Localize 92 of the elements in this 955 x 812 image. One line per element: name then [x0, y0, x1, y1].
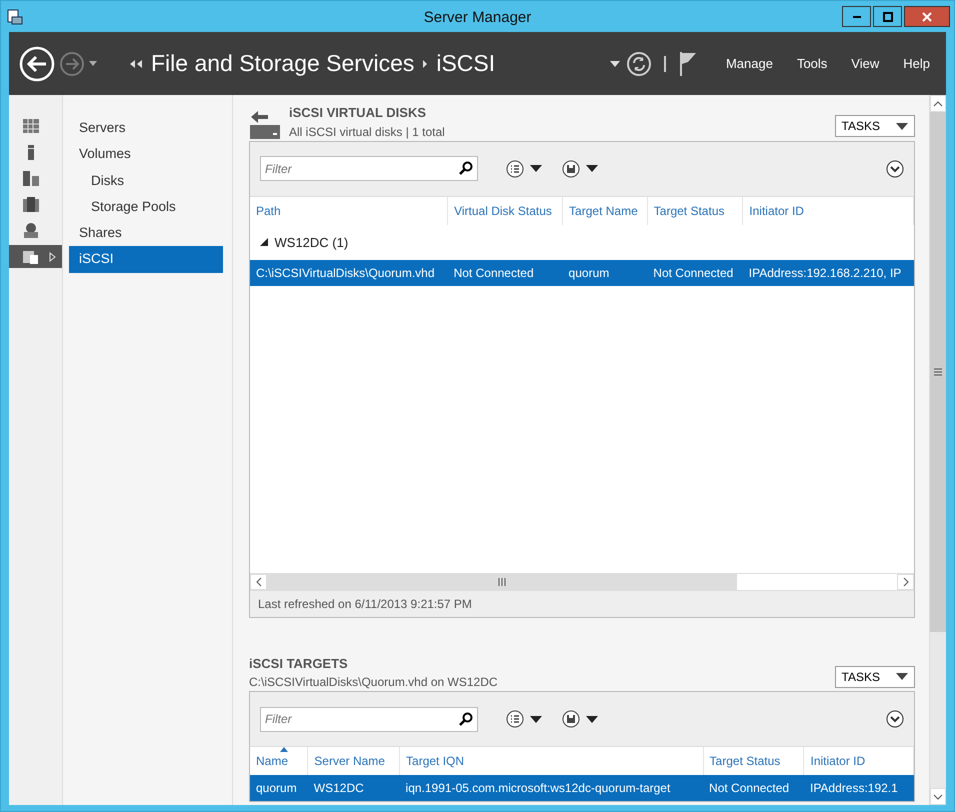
- minimize-button[interactable]: [842, 6, 871, 27]
- caret-icon: [586, 165, 598, 172]
- query-options-button[interactable]: [506, 160, 542, 178]
- table-cell: quorum: [562, 260, 648, 286]
- filter-field[interactable]: Filter: [260, 156, 478, 181]
- table-cell: Not Connected: [703, 775, 804, 801]
- table-cell: IPAddress:192.168.2.210, IP: [742, 260, 914, 286]
- refresh-button[interactable]: [626, 50, 652, 76]
- nav-item[interactable]: Servers: [69, 115, 223, 142]
- app-icon: [7, 8, 23, 24]
- section-title: iSCSI VIRTUAL DISKS: [289, 104, 428, 122]
- column-header[interactable]: Initiator ID: [742, 196, 914, 224]
- list-icon: [506, 160, 524, 178]
- expand-button[interactable]: [886, 710, 904, 728]
- server-group-icon: [23, 197, 39, 212]
- breadcrumb-link[interactable]: File and Storage Services: [151, 46, 414, 81]
- table-row[interactable]: C:\iSCSIVirtualDisks\Quorum.vhd Not Connected quorum Not Connected IPAddress:192.168.2.210, IP: [250, 260, 914, 286]
- menu-item[interactable]: Help: [891, 54, 942, 74]
- save-icon: [562, 160, 580, 178]
- role-server-icon: [23, 223, 39, 238]
- table-cell: Not Connected: [647, 260, 743, 286]
- table-row[interactable]: quorum WS12DC iqn.1991-05.com.microsoft:ws12dc-quorum-target Not Connected IPAddress:192.1: [250, 775, 914, 801]
- maximize-icon: [882, 12, 892, 22]
- caret-icon: [896, 673, 908, 680]
- list-icon: [506, 710, 524, 728]
- caret-icon: [896, 122, 908, 130]
- table-cell: WS12DC: [308, 775, 400, 801]
- table-cell: quorum: [250, 775, 308, 801]
- servers-icon: [23, 171, 39, 186]
- nav-item[interactable]: Volumes: [69, 141, 223, 168]
- expanded-triangle-icon: [260, 238, 268, 246]
- minimize-icon: [852, 16, 860, 18]
- file-storage-icon: [23, 249, 39, 264]
- menu-item[interactable]: Tools: [784, 54, 840, 74]
- caret-icon: [586, 716, 598, 722]
- table-cell: Not Connected: [448, 260, 563, 286]
- expand-button[interactable]: [886, 160, 904, 178]
- column-header[interactable]: Virtual Disk Status: [448, 196, 563, 224]
- caret-icon: [530, 165, 542, 172]
- last-refreshed-text: Last refreshed on 6/11/2013 9:21:57 PM: [250, 590, 914, 616]
- grip-icon: [498, 578, 506, 586]
- expand-caret-icon: [49, 252, 56, 262]
- column-header[interactable]: Target Status: [647, 196, 743, 224]
- search-icon: [459, 712, 473, 726]
- notifications-flag-button[interactable]: [678, 50, 698, 76]
- query-options-button[interactable]: [506, 710, 542, 728]
- save-query-button[interactable]: [562, 160, 598, 178]
- double-left-caret-icon: [129, 58, 143, 68]
- maximize-button[interactable]: [873, 6, 902, 27]
- save-query-button[interactable]: [562, 710, 598, 728]
- table-cell: iqn.1991-05.com.microsoft:ws12dc-quorum-target: [400, 775, 704, 801]
- filter-field[interactable]: Filter: [260, 706, 478, 732]
- history-dropdown[interactable]: [610, 60, 620, 66]
- back-button[interactable]: [19, 46, 55, 82]
- save-icon: [562, 710, 580, 728]
- table-cell: C:\iSCSIVirtualDisks\Quorum.vhd: [250, 260, 448, 286]
- close-icon: [922, 12, 932, 22]
- separator-icon: [664, 56, 666, 72]
- nav-item[interactable]: Shares: [69, 220, 223, 246]
- forward-arrow-icon: [59, 50, 99, 76]
- refresh-icon: [626, 50, 652, 76]
- tasks-dropdown[interactable]: TASKS: [834, 666, 915, 688]
- vertical-scrollbar[interactable]: [929, 95, 946, 805]
- breadcrumb-link[interactable]: iSCSI: [436, 46, 496, 81]
- menu-item[interactable]: Manage: [714, 54, 785, 74]
- window-title: Server Manager: [424, 8, 532, 28]
- rail-item[interactable]: [9, 245, 62, 268]
- nav-item[interactable]: Disks: [69, 168, 223, 194]
- column-header[interactable]: Target Name: [562, 196, 648, 224]
- section-subtitle: All iSCSI virtual disks | 1 total: [289, 124, 445, 140]
- tasks-dropdown[interactable]: TASKS: [834, 115, 915, 138]
- nav-item[interactable]: Storage Pools: [69, 194, 223, 220]
- group-expander[interactable]: [260, 238, 268, 246]
- caret-icon: [610, 60, 620, 66]
- group-label: WS12DC (1): [274, 234, 348, 252]
- right-caret-icon: [422, 58, 428, 68]
- close-button[interactable]: [904, 6, 950, 27]
- dashboard-icon: [23, 119, 39, 134]
- search-icon: [459, 161, 473, 175]
- menu-item[interactable]: View: [839, 54, 892, 74]
- disk-icon: [249, 110, 281, 140]
- chevron-down-icon: [886, 710, 904, 728]
- caret-icon: [530, 716, 542, 722]
- table-cell: IPAddress:192.1: [804, 775, 914, 801]
- section-title: iSCSI TARGETS: [249, 654, 349, 672]
- flag-icon: [678, 50, 698, 76]
- section-subtitle: C:\iSCSIVirtualDisks\Quorum.vhd on WS12DC: [249, 674, 498, 691]
- column-header[interactable]: Path: [250, 196, 448, 224]
- nav-item[interactable]: iSCSI: [69, 246, 223, 272]
- chevron-down-icon: [886, 160, 904, 178]
- horizontal-scrollbar[interactable]: [250, 572, 914, 590]
- grip-icon: [934, 368, 942, 376]
